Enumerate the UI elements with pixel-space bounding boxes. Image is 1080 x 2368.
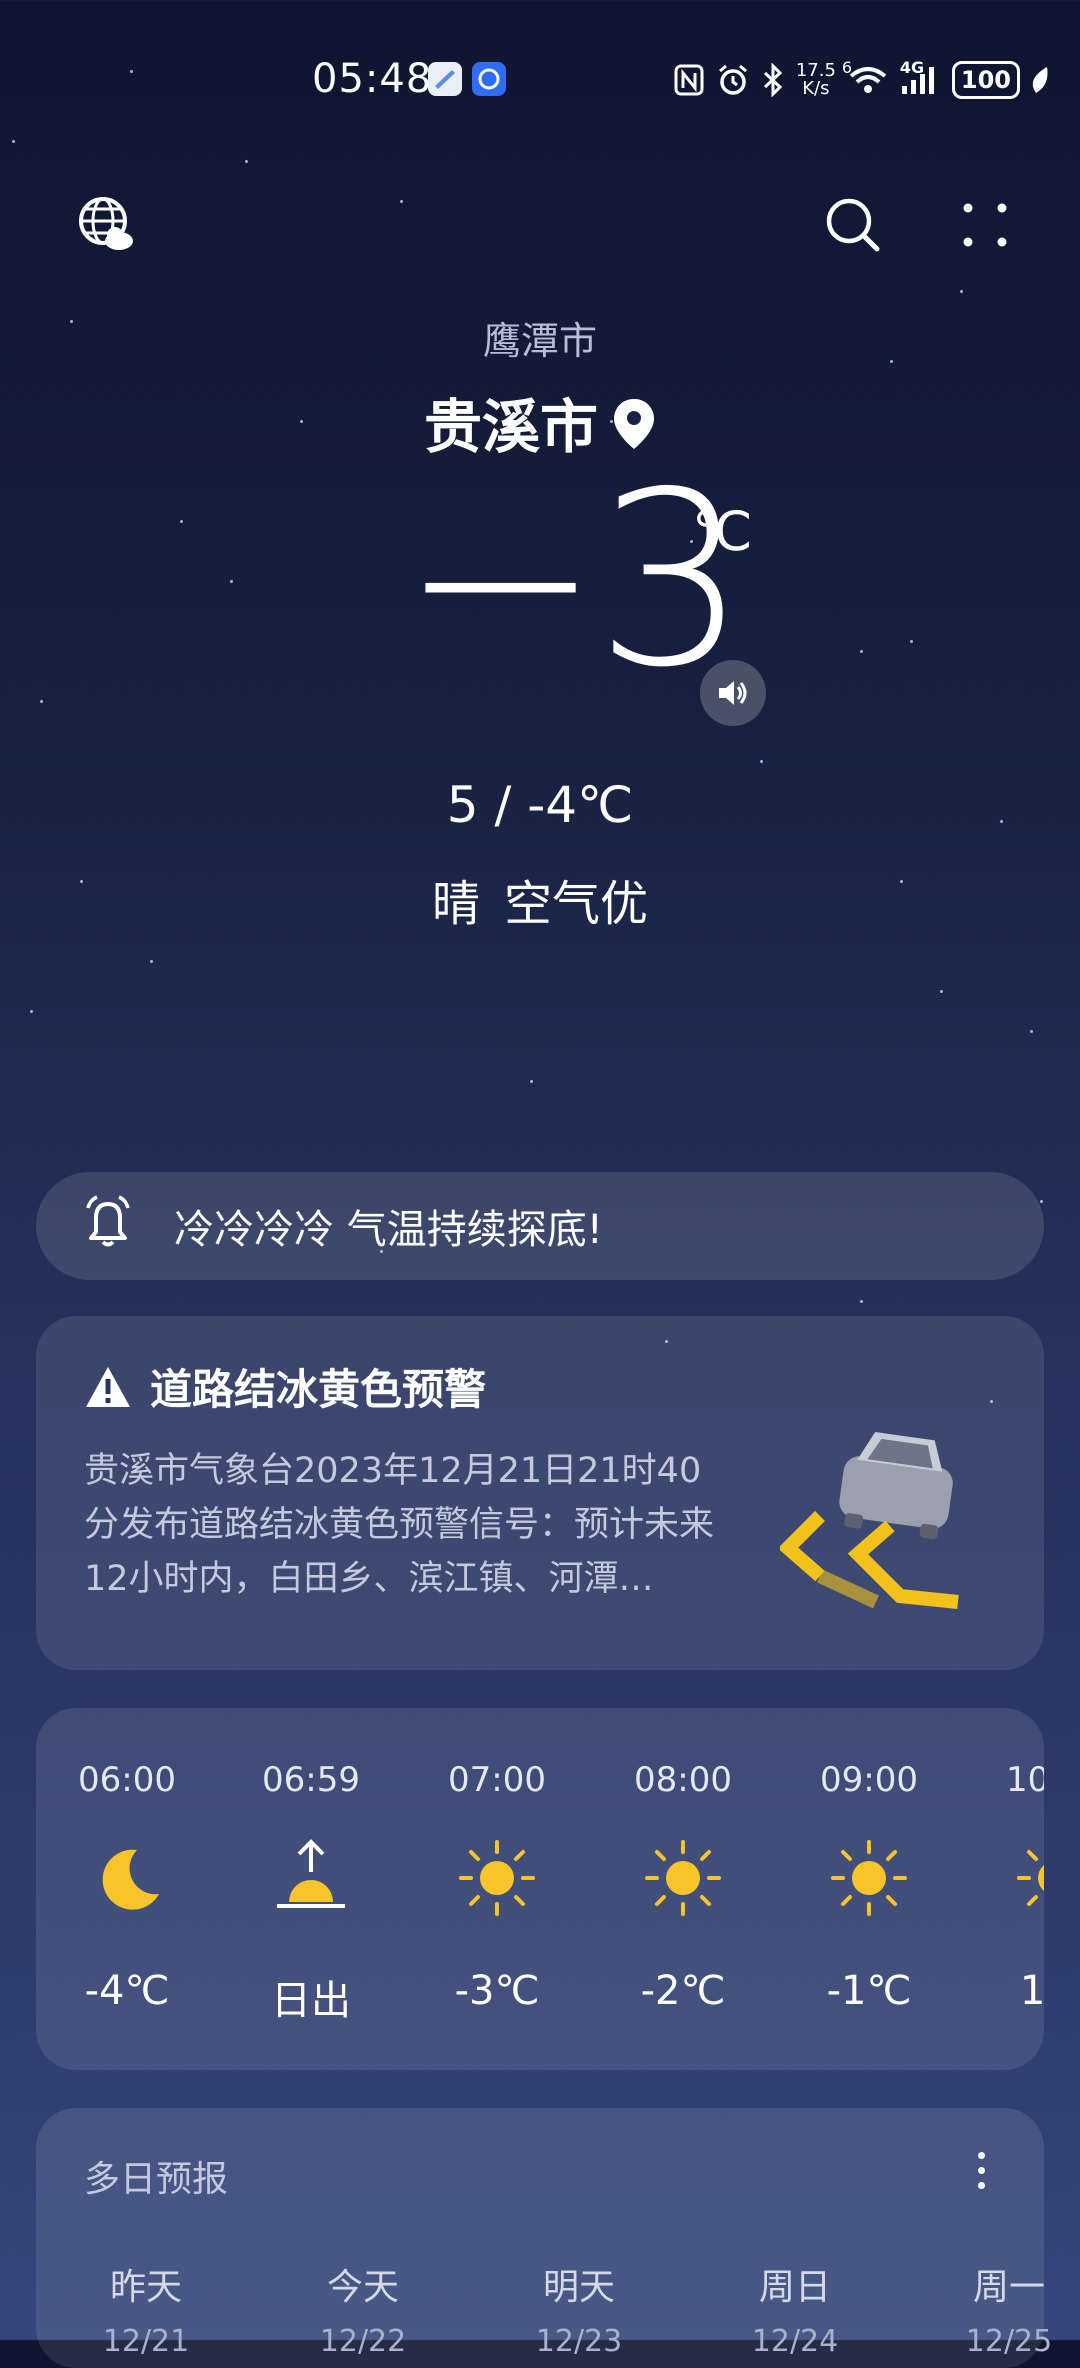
air-quality-text[interactable]: 空气优: [504, 876, 648, 932]
temperature-unit: ℃: [692, 500, 753, 563]
road-icing-illustration: [777, 1426, 980, 1620]
warning-title: 道路结冰黄色预警: [150, 1365, 487, 1414]
sun-icon: [831, 1840, 907, 1916]
more-options-button[interactable]: [950, 190, 1020, 260]
wifi-icon: 6: [842, 58, 888, 96]
app-notification-icon: [428, 62, 462, 96]
speaker-icon: [719, 681, 747, 705]
weather-warning-card[interactable]: 道路结冰黄色预警 贵溪市气象台2023年12月21日21时40分发布道路结冰黄色…: [36, 1316, 1044, 1670]
city-management-button[interactable]: [72, 190, 142, 260]
grid-dots-icon: [963, 203, 1007, 247]
weather-condition: 晴空气优: [0, 864, 1080, 934]
alarm-icon: [716, 63, 750, 97]
leaf-icon: [1032, 65, 1050, 95]
voice-broadcast-button[interactable]: [700, 660, 766, 726]
weather-notice-banner[interactable]: 冷冷冷冷 气温持续探底!: [36, 1172, 1044, 1280]
sun-icon: [459, 1840, 535, 1916]
daily-item[interactable]: 明天 12/23: [504, 2258, 654, 2359]
network-speed: 17.5 K/s: [795, 60, 836, 99]
warning-icon: [86, 1366, 130, 1407]
daily-item[interactable]: 昨天 12/21: [71, 2258, 221, 2359]
status-bar: 05:48 17.5 K/s 6 4G 100: [0, 0, 1080, 160]
sun-icon: [1017, 1850, 1044, 1906]
bluetooth-icon: [762, 63, 784, 97]
multi-day-forecast-card[interactable]: 多日预报 昨天 12/21 今天 12/22 明天 12/23 周日 12/24 周一 1…: [36, 2108, 1052, 2368]
current-temperature: −3: [400, 440, 748, 720]
status-time: 05:48: [312, 56, 433, 102]
daily-item[interactable]: 周一 12/25: [934, 2258, 1080, 2359]
app-notification-icon: [472, 62, 506, 96]
nfc-icon: [674, 64, 704, 96]
search-button[interactable]: [818, 190, 888, 260]
sun-icon: [645, 1840, 721, 1916]
daily-item[interactable]: 今天 12/22: [288, 2258, 438, 2359]
more-menu-icon[interactable]: [978, 2152, 988, 2197]
temperature-range: 5 / -4℃: [446, 776, 634, 834]
daily-item[interactable]: 周日 12/24: [720, 2258, 870, 2359]
warning-description: 贵溪市气象台2023年12月21日21时40分发布道路结冰黄色预警信号：预计未来…: [84, 1451, 715, 1599]
sunrise-icon: [277, 1839, 345, 1908]
moon-icon: [102, 1849, 159, 1910]
condition-text: 晴: [431, 876, 480, 932]
search-icon: [826, 198, 880, 252]
battery-indicator: 100: [951, 61, 1020, 99]
bell-icon: [84, 1194, 132, 1258]
notice-text: 冷冷冷冷 气温持续探底!: [174, 1207, 603, 1253]
cellular-signal-icon: 4G: [900, 58, 940, 96]
hourly-forecast-card[interactable]: 06:00 -4℃ 06:59 日出 07:00 -3℃ 08:00 -2℃ 0…: [36, 1708, 1044, 2070]
globe-cloud-icon: [79, 197, 133, 250]
parent-city-label: 鹰潭市: [482, 319, 597, 363]
daily-forecast-title: 多日预报: [84, 2159, 229, 2200]
